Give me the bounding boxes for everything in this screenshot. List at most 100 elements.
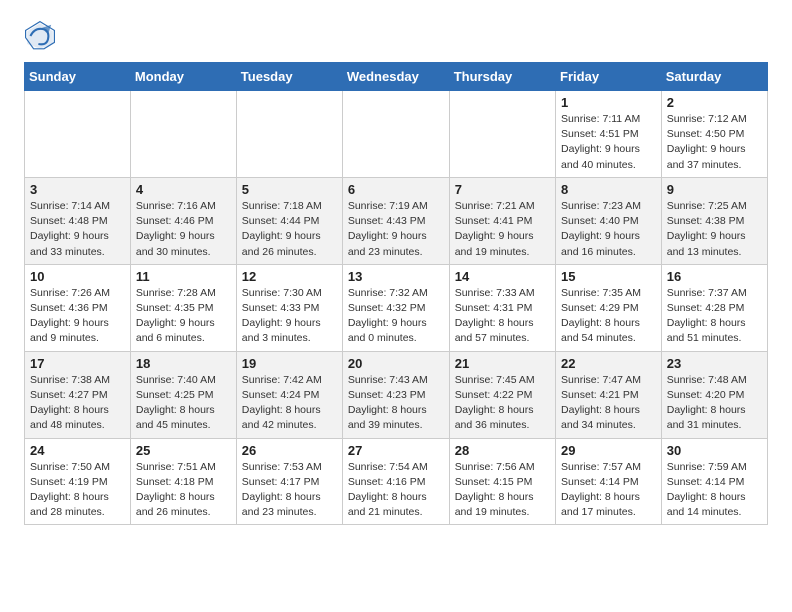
- calendar-week-row: 3 Sunrise: 7:14 AM Sunset: 4:48 PM Daylig…: [25, 177, 768, 264]
- calendar-cell: [236, 91, 342, 178]
- day-number: 27: [348, 443, 444, 458]
- calendar-cell: 15 Sunrise: 7:35 AM Sunset: 4:29 PM Dayli…: [556, 264, 662, 351]
- day-info: Sunrise: 7:56 AM Sunset: 4:15 PM Dayligh…: [455, 460, 550, 521]
- day-number: 30: [667, 443, 762, 458]
- day-info: Sunrise: 7:28 AM Sunset: 4:35 PM Dayligh…: [136, 286, 231, 347]
- calendar-cell: [25, 91, 131, 178]
- calendar-cell: 18 Sunrise: 7:40 AM Sunset: 4:25 PM Dayli…: [130, 351, 236, 438]
- day-info: Sunrise: 7:16 AM Sunset: 4:46 PM Dayligh…: [136, 199, 231, 260]
- calendar-cell: [130, 91, 236, 178]
- day-info: Sunrise: 7:53 AM Sunset: 4:17 PM Dayligh…: [242, 460, 337, 521]
- calendar-cell: 27 Sunrise: 7:54 AM Sunset: 4:16 PM Dayli…: [342, 438, 449, 525]
- day-number: 10: [30, 269, 125, 284]
- day-number: 11: [136, 269, 231, 284]
- calendar-cell: 10 Sunrise: 7:26 AM Sunset: 4:36 PM Dayli…: [25, 264, 131, 351]
- calendar-week-row: 1Sunrise: 7:11 AM Sunset: 4:51 PM Daylig…: [25, 91, 768, 178]
- day-info: Sunrise: 7:12 AM Sunset: 4:50 PM Dayligh…: [667, 112, 762, 173]
- calendar-header-sunday: Sunday: [25, 63, 131, 91]
- day-info: Sunrise: 7:43 AM Sunset: 4:23 PM Dayligh…: [348, 373, 444, 434]
- calendar-header-saturday: Saturday: [661, 63, 767, 91]
- calendar-cell: 7 Sunrise: 7:21 AM Sunset: 4:41 PM Daylig…: [449, 177, 555, 264]
- day-info: Sunrise: 7:57 AM Sunset: 4:14 PM Dayligh…: [561, 460, 656, 521]
- calendar-cell: 26 Sunrise: 7:53 AM Sunset: 4:17 PM Dayli…: [236, 438, 342, 525]
- calendar-cell: 25Sunrise: 7:51 AM Sunset: 4:18 PM Dayli…: [130, 438, 236, 525]
- calendar-cell: 29Sunrise: 7:57 AM Sunset: 4:14 PM Dayli…: [556, 438, 662, 525]
- day-number: 18: [136, 356, 231, 371]
- day-info: Sunrise: 7:45 AM Sunset: 4:22 PM Dayligh…: [455, 373, 550, 434]
- calendar-week-row: 17 Sunrise: 7:38 AM Sunset: 4:27 PM Dayli…: [25, 351, 768, 438]
- calendar-header-row: SundayMondayTuesdayWednesdayThursdayFrid…: [25, 63, 768, 91]
- day-number: 7: [455, 182, 550, 197]
- calendar-cell: 4 Sunrise: 7:16 AM Sunset: 4:46 PM Daylig…: [130, 177, 236, 264]
- calendar-cell: 21 Sunrise: 7:45 AM Sunset: 4:22 PM Dayli…: [449, 351, 555, 438]
- day-info: Sunrise: 7:14 AM Sunset: 4:48 PM Dayligh…: [30, 199, 125, 260]
- day-number: 19: [242, 356, 337, 371]
- day-number: 12: [242, 269, 337, 284]
- calendar-cell: 17 Sunrise: 7:38 AM Sunset: 4:27 PM Dayli…: [25, 351, 131, 438]
- day-number: 14: [455, 269, 550, 284]
- calendar-cell: 24 Sunrise: 7:50 AM Sunset: 4:19 PM Dayli…: [25, 438, 131, 525]
- logo: [24, 20, 60, 52]
- calendar-cell: 22 Sunrise: 7:47 AM Sunset: 4:21 PM Dayli…: [556, 351, 662, 438]
- day-info: Sunrise: 7:30 AM Sunset: 4:33 PM Dayligh…: [242, 286, 337, 347]
- calendar-header-monday: Monday: [130, 63, 236, 91]
- day-info: Sunrise: 7:47 AM Sunset: 4:21 PM Dayligh…: [561, 373, 656, 434]
- day-number: 26: [242, 443, 337, 458]
- day-info: Sunrise: 7:40 AM Sunset: 4:25 PM Dayligh…: [136, 373, 231, 434]
- day-number: 16: [667, 269, 762, 284]
- day-number: 1: [561, 95, 656, 110]
- day-number: 21: [455, 356, 550, 371]
- calendar-header-friday: Friday: [556, 63, 662, 91]
- calendar-week-row: 10 Sunrise: 7:26 AM Sunset: 4:36 PM Dayli…: [25, 264, 768, 351]
- day-info: Sunrise: 7:51 AM Sunset: 4:18 PM Dayligh…: [136, 460, 231, 521]
- day-number: 4: [136, 182, 231, 197]
- day-info: Sunrise: 7:48 AM Sunset: 4:20 PM Dayligh…: [667, 373, 762, 434]
- calendar-cell: 30 Sunrise: 7:59 AM Sunset: 4:14 PM Dayli…: [661, 438, 767, 525]
- calendar-header-thursday: Thursday: [449, 63, 555, 91]
- day-number: 17: [30, 356, 125, 371]
- calendar-cell: 12 Sunrise: 7:30 AM Sunset: 4:33 PM Dayli…: [236, 264, 342, 351]
- calendar-header-wednesday: Wednesday: [342, 63, 449, 91]
- calendar-cell: 11 Sunrise: 7:28 AM Sunset: 4:35 PM Dayli…: [130, 264, 236, 351]
- day-info: Sunrise: 7:25 AM Sunset: 4:38 PM Dayligh…: [667, 199, 762, 260]
- day-number: 13: [348, 269, 444, 284]
- calendar-cell: 5 Sunrise: 7:18 AM Sunset: 4:44 PM Daylig…: [236, 177, 342, 264]
- day-info: Sunrise: 7:33 AM Sunset: 4:31 PM Dayligh…: [455, 286, 550, 347]
- day-info: Sunrise: 7:35 AM Sunset: 4:29 PM Dayligh…: [561, 286, 656, 347]
- day-info: Sunrise: 7:21 AM Sunset: 4:41 PM Dayligh…: [455, 199, 550, 260]
- calendar-week-row: 24 Sunrise: 7:50 AM Sunset: 4:19 PM Dayli…: [25, 438, 768, 525]
- day-info: Sunrise: 7:50 AM Sunset: 4:19 PM Dayligh…: [30, 460, 125, 521]
- calendar-header-tuesday: Tuesday: [236, 63, 342, 91]
- day-info: Sunrise: 7:42 AM Sunset: 4:24 PM Dayligh…: [242, 373, 337, 434]
- calendar-cell: 3 Sunrise: 7:14 AM Sunset: 4:48 PM Daylig…: [25, 177, 131, 264]
- day-info: Sunrise: 7:26 AM Sunset: 4:36 PM Dayligh…: [30, 286, 125, 347]
- calendar-cell: 28Sunrise: 7:56 AM Sunset: 4:15 PM Dayli…: [449, 438, 555, 525]
- page: SundayMondayTuesdayWednesdayThursdayFrid…: [0, 0, 792, 541]
- day-number: 6: [348, 182, 444, 197]
- day-number: 8: [561, 182, 656, 197]
- day-number: 22: [561, 356, 656, 371]
- day-info: Sunrise: 7:19 AM Sunset: 4:43 PM Dayligh…: [348, 199, 444, 260]
- logo-icon: [24, 20, 56, 52]
- calendar-cell: 14 Sunrise: 7:33 AM Sunset: 4:31 PM Dayli…: [449, 264, 555, 351]
- day-info: Sunrise: 7:54 AM Sunset: 4:16 PM Dayligh…: [348, 460, 444, 521]
- day-info: Sunrise: 7:38 AM Sunset: 4:27 PM Dayligh…: [30, 373, 125, 434]
- day-info: Sunrise: 7:37 AM Sunset: 4:28 PM Dayligh…: [667, 286, 762, 347]
- calendar-cell: 23Sunrise: 7:48 AM Sunset: 4:20 PM Dayli…: [661, 351, 767, 438]
- day-number: 2: [667, 95, 762, 110]
- day-info: Sunrise: 7:59 AM Sunset: 4:14 PM Dayligh…: [667, 460, 762, 521]
- calendar-cell: [342, 91, 449, 178]
- calendar-cell: 20Sunrise: 7:43 AM Sunset: 4:23 PM Dayli…: [342, 351, 449, 438]
- day-number: 9: [667, 182, 762, 197]
- calendar-cell: 13Sunrise: 7:32 AM Sunset: 4:32 PM Dayli…: [342, 264, 449, 351]
- calendar-cell: 1Sunrise: 7:11 AM Sunset: 4:51 PM Daylig…: [556, 91, 662, 178]
- day-number: 3: [30, 182, 125, 197]
- day-number: 24: [30, 443, 125, 458]
- day-number: 5: [242, 182, 337, 197]
- day-number: 15: [561, 269, 656, 284]
- header: [24, 20, 768, 52]
- calendar-cell: 8Sunrise: 7:23 AM Sunset: 4:40 PM Daylig…: [556, 177, 662, 264]
- day-info: Sunrise: 7:18 AM Sunset: 4:44 PM Dayligh…: [242, 199, 337, 260]
- calendar-cell: 19 Sunrise: 7:42 AM Sunset: 4:24 PM Dayli…: [236, 351, 342, 438]
- calendar-cell: [449, 91, 555, 178]
